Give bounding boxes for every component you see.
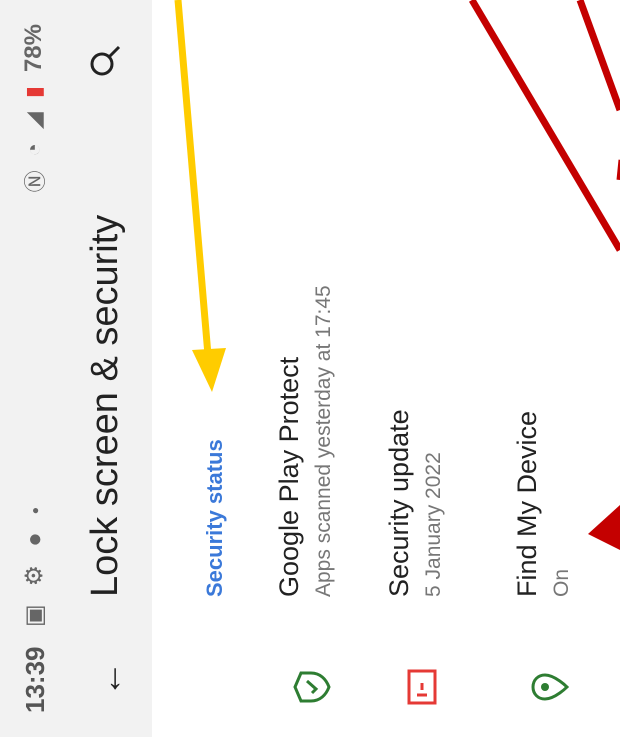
- shield-check-icon: [292, 667, 332, 707]
- signal-icon: ◢: [21, 112, 46, 130]
- item-title: Find My Device: [512, 410, 542, 597]
- page-title: Lock screen & security: [84, 214, 126, 597]
- item-title: Security update: [384, 409, 414, 597]
- gear-icon: ⚙: [21, 564, 48, 587]
- location-pin-icon: [530, 667, 570, 707]
- search-icon[interactable]: [88, 44, 127, 78]
- app-bar: ← Lock screen & security: [70, 0, 152, 737]
- battery-icon: ▮: [21, 86, 46, 99]
- status-left-icons: ▣ ⚙ ● ●: [20, 507, 49, 627]
- list-item-find-my-device[interactable]: Find My Device On: [512, 0, 620, 737]
- app-icon: ●: [20, 532, 48, 547]
- notification-icon: ▣: [21, 604, 48, 627]
- item-subtitle: 5 January 2022: [422, 452, 445, 597]
- list-item-google-play-protect[interactable]: Google Play Protect Apps scanned yesterd…: [274, 0, 384, 737]
- wifi-icon: ◔: [21, 143, 46, 157]
- dot-icon: ●: [27, 507, 42, 515]
- update-icon: [402, 667, 442, 707]
- status-bar: 13:39 ▣ ⚙ ● ● Ⓝ ◔ ◢ ▮ 78%: [0, 0, 70, 737]
- status-right-icons: Ⓝ ◔ ◢ ▮ 78%: [18, 24, 50, 192]
- item-title: Google Play Protect: [274, 356, 304, 597]
- content: Security status Google Play Protect Apps…: [152, 0, 620, 737]
- section-title: Security status: [202, 439, 227, 597]
- item-subtitle: On: [550, 568, 573, 597]
- back-arrow-icon[interactable]: ←: [88, 661, 130, 697]
- screen: 13:39 ▣ ⚙ ● ● Ⓝ ◔ ◢ ▮ 78% ← Lock screen …: [0, 0, 620, 737]
- status-time: 13:39: [20, 646, 50, 714]
- item-subtitle: Apps scanned yesterday at 17:45: [312, 285, 335, 597]
- battery-percent: 78%: [20, 24, 47, 73]
- nfc-icon: Ⓝ: [23, 170, 48, 193]
- list-item-security-update[interactable]: Security update 5 January 2022: [384, 0, 494, 737]
